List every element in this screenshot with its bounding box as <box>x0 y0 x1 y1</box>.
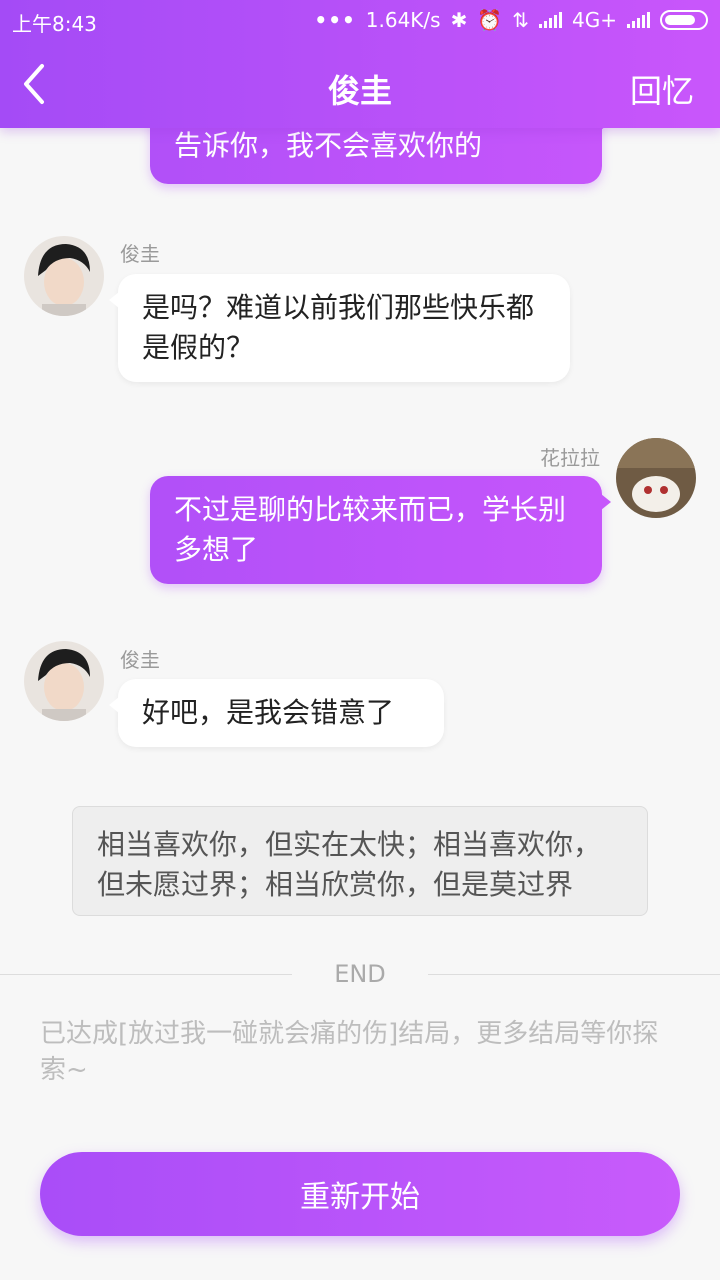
status-bar: 上午8:43 ••• 1.64K/s ✱ ⏰ ⇅ 4G+ <box>0 0 720 40</box>
message-bubble-left: 好吧，是我会错意了 <box>109 679 444 747</box>
message-bubble-left: 是吗？难道以前我们那些快乐都是假的？ <box>109 274 570 382</box>
restart-button[interactable]: 重新开始 <box>40 1152 680 1236</box>
avatar-junkyu[interactable] <box>24 236 104 316</box>
nav-bar: 俊圭 回忆 <box>0 40 720 128</box>
message-text: 告诉你，我不会喜欢你的 <box>174 129 483 162</box>
data-transfer-icon: ⇅ <box>512 8 530 32</box>
network-type: 4G+ <box>572 8 617 32</box>
more-dots: ••• <box>314 8 356 32</box>
header: 上午8:43 ••• 1.64K/s ✱ ⏰ ⇅ 4G+ 俊圭 回忆 <box>0 0 720 128</box>
avatar-junkyu-image <box>24 641 104 721</box>
sender-name: 俊圭 <box>120 648 160 672</box>
message-text: 好吧，是我会错意了 <box>142 696 395 729</box>
sender-name: 俊圭 <box>120 242 160 266</box>
memory-button[interactable]: 回忆 <box>630 66 694 112</box>
signal-icon <box>539 12 563 28</box>
bluetooth-icon: ✱ <box>450 8 468 32</box>
network-speed: 1.64K/s <box>365 8 441 32</box>
divider-line <box>428 974 720 975</box>
message-bubble-right: 不过是聊的比较来而已，学长别多想了 <box>150 476 611 584</box>
message-text: 是吗？难道以前我们那些快乐都是假的？ <box>142 291 535 364</box>
alarm-icon: ⏰ <box>477 8 503 32</box>
ending-text: 已达成[放过我一碰就会痛的伤]结局，更多结局等你探索~ <box>40 1019 659 1085</box>
end-divider: END <box>0 960 720 990</box>
avatar-junkyu-image <box>24 236 104 316</box>
narration-text: 相当喜欢你，但实在太快；相当喜欢你，但未愿过界；相当欣赏你，但是莫过界 <box>97 828 602 901</box>
avatar-hualala[interactable] <box>616 438 696 518</box>
page-title: 俊圭 <box>327 72 392 110</box>
signal-icon-2 <box>627 12 650 28</box>
sender-name: 花拉拉 <box>540 446 600 470</box>
message-text: 不过是聊的比较来而已，学长别多想了 <box>174 493 567 566</box>
battery-icon <box>660 10 708 30</box>
status-time: 上午8:43 <box>12 12 97 36</box>
narration-box: 相当喜欢你，但实在太快；相当喜欢你，但未愿过界；相当欣赏你，但是莫过界 <box>72 806 648 916</box>
status-icons: ••• 1.64K/s ✱ ⏰ ⇅ 4G+ <box>314 8 708 32</box>
avatar-junkyu[interactable] <box>24 641 104 721</box>
avatar-hualala-image <box>616 438 696 518</box>
